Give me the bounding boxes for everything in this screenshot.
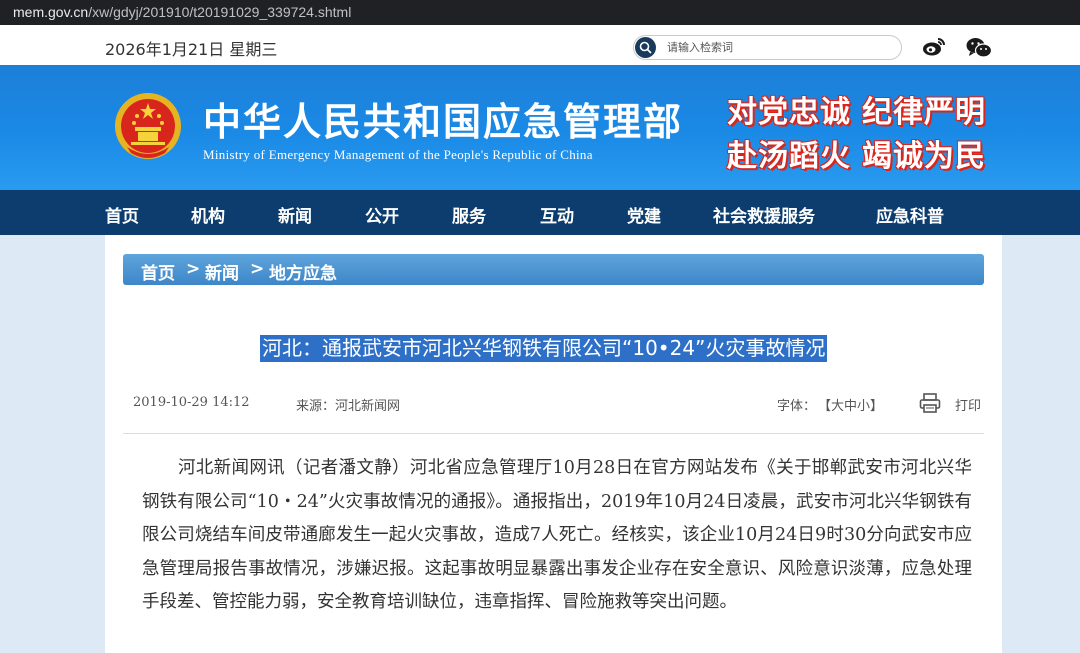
url-path: /xw/gdyj/201910/t20191029_339724.shtml: [88, 4, 352, 20]
nav-item-news[interactable]: 新闻: [278, 202, 312, 227]
nav-item-rescue-services[interactable]: 社会救援服务: [713, 202, 815, 227]
breadcrumb-separator: >: [250, 259, 265, 279]
print-link[interactable]: 打印: [955, 395, 981, 414]
nav-item-science[interactable]: 应急科普: [876, 202, 944, 227]
weibo-icon[interactable]: [922, 37, 946, 61]
search-input[interactable]: [667, 38, 887, 57]
search-box: [633, 35, 902, 60]
wechat-icon[interactable]: [966, 37, 993, 63]
nav-item-party[interactable]: 党建: [627, 202, 661, 227]
font-size-label: 字体：: [777, 399, 817, 414]
breadcrumb-home[interactable]: 首页: [141, 259, 175, 284]
nav-item-public[interactable]: 公开: [365, 202, 399, 227]
nav-item-services[interactable]: 服务: [452, 202, 486, 227]
breadcrumb-separator: >: [186, 259, 201, 279]
article-body: 河北新闻网讯（记者潘文静）河北省应急管理厅10月28日在官方网站发布《关于邯郸武…: [142, 458, 972, 612]
nav-item-home[interactable]: 首页: [105, 202, 139, 227]
national-emblem-icon: [115, 93, 181, 159]
printer-icon[interactable]: [919, 392, 941, 418]
article-datetime: 2019-10-29 14:12: [133, 395, 250, 410]
font-size-options[interactable]: 【大中小】: [818, 395, 883, 414]
search-icon[interactable]: [635, 37, 656, 58]
url-host: mem.gov.cn: [13, 4, 89, 20]
motto-line-1b: 纪律严明: [862, 95, 986, 130]
main-nav: 首页 机构 新闻 公开 服务 互动 党建 社会救援服务 应急科普: [0, 190, 1080, 235]
current-date: 2026年1月21日 星期三: [105, 40, 278, 59]
breadcrumb: 首页 > 新闻 > 地方应急: [123, 254, 984, 285]
site-banner: 中华人民共和国应急管理部 Ministry of Emergency Manag…: [0, 65, 1080, 190]
nav-item-interaction[interactable]: 互动: [540, 202, 574, 227]
article-title: 河北：通报武安市河北兴华钢铁有限公司“10•24”火灾事故情况: [260, 335, 828, 362]
article-source: 来源：河北新闻网: [296, 399, 401, 414]
motto-line-2b: 竭诚为民: [862, 139, 986, 174]
site-subtitle: Ministry of Emergency Management of the …: [203, 147, 593, 162]
browser-url-bar[interactable]: mem.gov.cn/xw/gdyj/201910/t20191029_3397…: [0, 0, 1080, 25]
site-title: 中华人民共和国应急管理部: [203, 100, 684, 144]
breadcrumb-local[interactable]: 地方应急: [269, 259, 337, 284]
nav-item-institutions[interactable]: 机构: [191, 202, 225, 227]
motto-line-2a: 赴汤蹈火: [727, 139, 851, 174]
breadcrumb-news[interactable]: 新闻: [205, 259, 239, 284]
top-bar: 2026年1月21日 星期三: [0, 25, 1080, 65]
motto-line-1a: 对党忠诚: [727, 95, 851, 130]
divider: [123, 433, 984, 434]
